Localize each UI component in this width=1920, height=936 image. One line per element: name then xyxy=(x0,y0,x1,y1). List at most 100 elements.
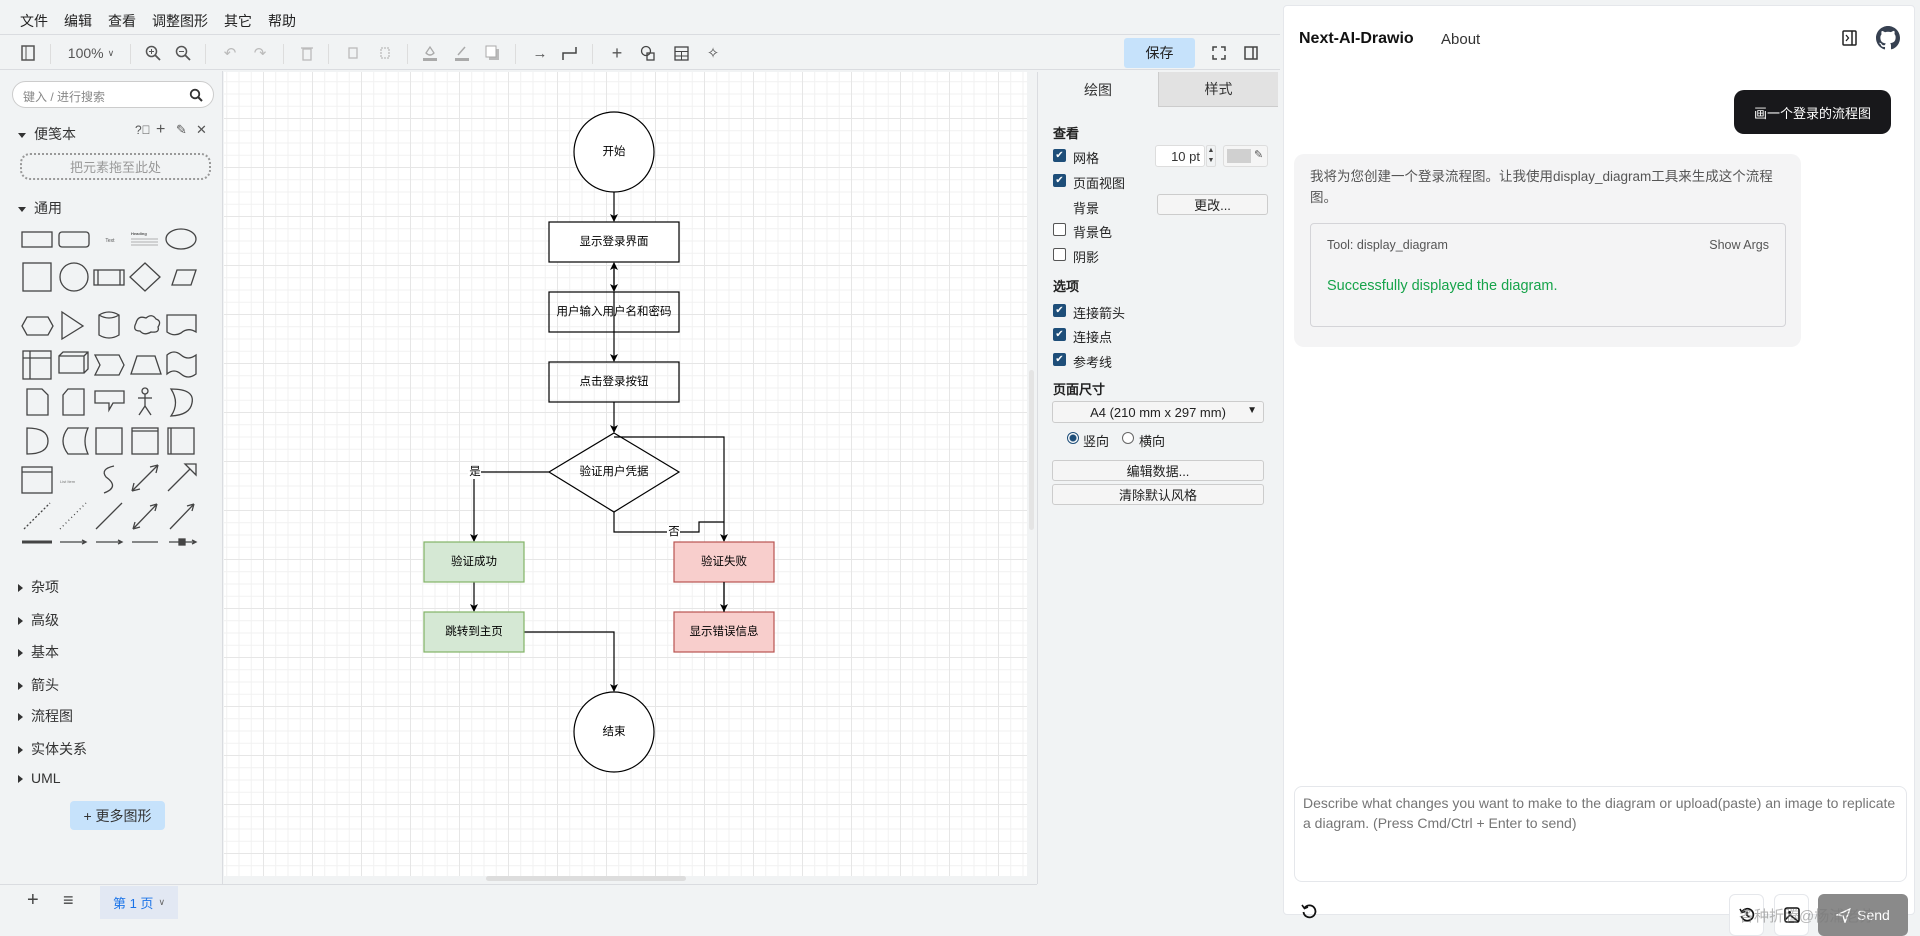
table-icon[interactable] xyxy=(670,42,692,64)
shadow-label: 阴影 xyxy=(1073,250,1100,265)
shape-line xyxy=(95,502,123,530)
connection-points-checkbox[interactable]: ✔ xyxy=(1053,328,1066,341)
reset-icon[interactable] xyxy=(1301,903,1317,919)
shape-text[interactable]: Text xyxy=(105,238,115,244)
chat-input[interactable] xyxy=(1294,786,1907,882)
fullscreen-icon[interactable] xyxy=(1208,42,1230,64)
section-title: 杂项 xyxy=(31,579,59,595)
section-basic[interactable]: 基本 xyxy=(18,642,59,662)
grid-checkbox[interactable]: ✔ xyxy=(1053,149,1066,162)
change-background-button[interactable]: 更改... xyxy=(1157,194,1268,215)
section-uml[interactable]: UML xyxy=(18,770,61,786)
shape-document xyxy=(166,314,197,336)
zoom-dropdown[interactable]: 100% ∨ xyxy=(62,42,120,64)
page-tab[interactable]: 第 1 页 ∨ xyxy=(100,886,178,919)
to-front-icon[interactable] xyxy=(342,42,364,64)
edit-icon[interactable]: ✎ xyxy=(176,122,187,138)
menu-edit[interactable]: 编辑 xyxy=(64,11,92,31)
help-icon[interactable]: ?⃝ xyxy=(135,123,151,137)
shapes-icon[interactable] xyxy=(637,42,659,64)
waypoint-icon[interactable] xyxy=(559,42,581,64)
insert-icon[interactable]: + xyxy=(606,42,628,64)
eyedropper-icon: ✎ xyxy=(1254,149,1264,161)
horizontal-scrollbar[interactable] xyxy=(486,876,686,881)
shape-sidebar: 键入 / 进行搜索 便笺本 ?⃝ + ✎ ✕ 把元素拖至此处 通用 Text H… xyxy=(0,71,223,884)
general-shapes-palette: Text Heading List Item xyxy=(21,228,198,546)
landscape-radio[interactable] xyxy=(1122,432,1134,444)
add-icon[interactable]: + xyxy=(156,121,165,139)
ai-sparkle-icon[interactable]: ✧ xyxy=(702,42,724,64)
section-entity-relation[interactable]: 实体关系 xyxy=(18,739,87,759)
delete-icon[interactable] xyxy=(296,42,318,64)
background-color-checkbox[interactable] xyxy=(1053,223,1066,236)
assistant-message: 我将为您创建一个登录流程图。让我使用display_diagram工具来生成这个… xyxy=(1294,154,1801,347)
menu-help[interactable]: 帮助 xyxy=(268,11,296,31)
triangle-right-icon xyxy=(18,682,23,691)
grid-size-stepper[interactable]: ▲ ▼ xyxy=(1206,145,1216,167)
save-button[interactable]: 保存 xyxy=(1124,38,1195,68)
shape-search-input[interactable]: 键入 / 进行搜索 xyxy=(12,81,214,108)
clear-default-style-button[interactable]: 清除默认风格 xyxy=(1052,484,1264,505)
shadow-checkbox[interactable] xyxy=(1053,248,1066,261)
tab-diagram[interactable]: 绘图 xyxy=(1038,72,1158,107)
show-args-button[interactable]: Show Args xyxy=(1709,238,1769,252)
format-panel: 绘图 样式 查看 ✔ 网格 10 pt ▲ ▼ ✎ ✔ 页面视图 背景 更改...… xyxy=(1037,72,1278,884)
fill-color-icon[interactable] xyxy=(419,42,441,64)
menu-extras[interactable]: 其它 xyxy=(224,11,252,31)
page-size-select[interactable]: A4 (210 mm x 297 mm) ▼ xyxy=(1052,401,1264,423)
connection-arrow-icon[interactable]: → xyxy=(529,42,551,64)
zoom-level: 100% xyxy=(67,45,104,61)
diagram-canvas[interactable] xyxy=(224,72,1027,876)
connection-arrows-checkbox[interactable]: ✔ xyxy=(1053,304,1066,317)
triangle-right-icon xyxy=(18,775,23,784)
section-misc[interactable]: 杂项 xyxy=(18,577,59,597)
tool-name: Tool: display_diagram xyxy=(1327,238,1448,252)
add-page-icon[interactable]: + xyxy=(27,889,39,912)
search-icon[interactable] xyxy=(189,88,203,102)
menu-view[interactable]: 查看 xyxy=(108,11,136,31)
chevron-down-icon: ∨ xyxy=(107,47,115,58)
shape-actor xyxy=(138,387,152,416)
page-view-checkbox[interactable]: ✔ xyxy=(1053,174,1066,187)
section-advanced[interactable]: 高级 xyxy=(18,610,59,630)
shape-dotted-line xyxy=(59,502,87,530)
pages-menu-icon[interactable]: ≡ xyxy=(63,890,74,911)
menu-file[interactable]: 文件 xyxy=(20,11,48,31)
triangle-right-icon xyxy=(18,746,23,755)
format-panel-icon[interactable] xyxy=(1240,42,1262,64)
grid-size-input[interactable]: 10 pt xyxy=(1155,145,1205,167)
menu-arrange[interactable]: 调整图形 xyxy=(152,11,208,31)
shape-internal-storage xyxy=(22,350,52,380)
section-arrows[interactable]: 箭头 xyxy=(18,675,59,695)
shadow-icon[interactable] xyxy=(482,42,504,64)
portrait-radio[interactable] xyxy=(1067,432,1079,444)
undo-icon[interactable]: ↶ xyxy=(219,42,241,64)
more-shapes-button[interactable]: + 更多图形 xyxy=(70,801,165,830)
shape-list-item[interactable]: List Item xyxy=(60,479,76,484)
about-link[interactable]: About xyxy=(1441,31,1480,48)
line-color-icon[interactable] xyxy=(451,42,473,64)
scratchpad-title: 便笺本 xyxy=(34,126,76,142)
scratchpad-header[interactable]: 便笺本 xyxy=(18,124,76,144)
edit-data-button[interactable]: 编辑数据... xyxy=(1052,460,1264,481)
vertical-scrollbar[interactable] xyxy=(1029,370,1034,530)
shape-arrow xyxy=(167,463,197,492)
section-flowchart[interactable]: 流程图 xyxy=(18,706,73,726)
collapse-panel-icon[interactable] xyxy=(1842,30,1858,46)
to-back-icon[interactable] xyxy=(374,42,396,64)
close-icon[interactable]: ✕ xyxy=(196,122,207,138)
zoom-out-icon[interactable] xyxy=(172,42,194,64)
zoom-in-icon[interactable] xyxy=(142,42,164,64)
shape-heading[interactable]: Heading xyxy=(131,231,147,236)
grid-color-button[interactable]: ✎ xyxy=(1223,145,1268,167)
sidebar-toggle-icon[interactable] xyxy=(17,42,39,64)
shape-cylinder xyxy=(98,311,120,339)
guides-label: 参考线 xyxy=(1073,355,1113,370)
scratchpad-dropzone[interactable]: 把元素拖至此处 xyxy=(20,153,211,180)
github-icon[interactable] xyxy=(1876,26,1900,50)
guides-checkbox[interactable]: ✔ xyxy=(1053,353,1066,366)
background-color-label: 背景色 xyxy=(1073,225,1113,240)
tab-style[interactable]: 样式 xyxy=(1158,72,1278,107)
triangle-right-icon xyxy=(18,584,23,593)
redo-icon[interactable]: ↷ xyxy=(249,42,271,64)
